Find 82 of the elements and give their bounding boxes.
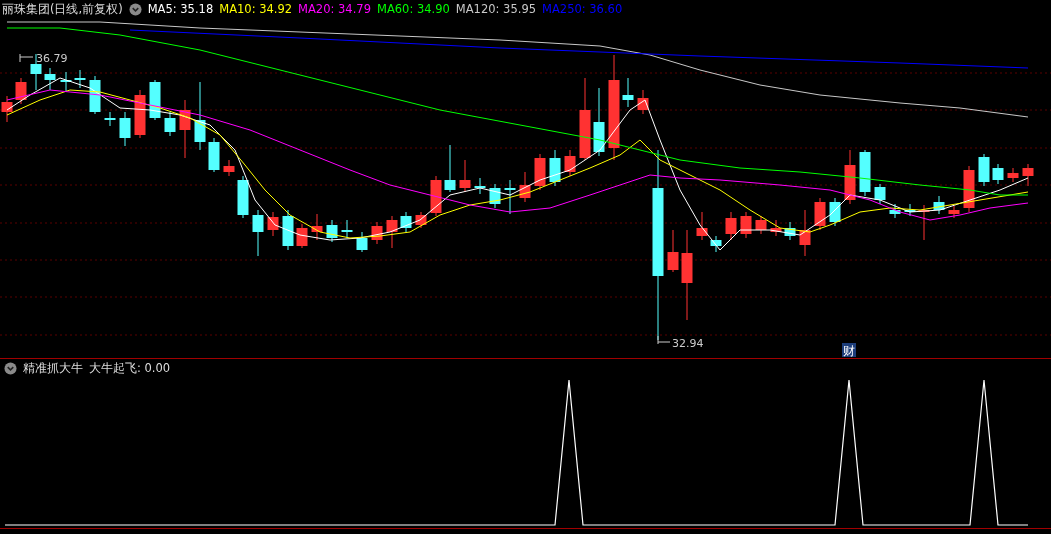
candlestick [208,137,220,173]
candlestick [992,163,1004,185]
candlestick [164,111,176,137]
candlestick [770,219,782,237]
candlestick [1007,167,1019,183]
candlestick [534,153,546,191]
candlestick [844,149,856,205]
candlestick [356,231,368,253]
candlestick [755,215,767,235]
moving-average-value: MA5: 35.18 [147,2,214,16]
candlestick [326,219,338,243]
moving-average-value: MA20: 34.79 [298,2,371,16]
candlestick [1022,163,1034,187]
candlestick [194,81,206,151]
candlestick [89,75,101,115]
moving-average-value: MA60: 34.90 [376,2,450,16]
candlestick [889,203,901,219]
candlestick [740,211,752,239]
candlestick [504,179,516,215]
candlestick [134,89,146,139]
candlestick [564,149,576,177]
candlestick [311,213,323,241]
candlestick [15,77,27,105]
candlestick [489,183,501,209]
candlestick [799,209,811,257]
collapse-icon[interactable] [4,362,17,375]
candlestick [725,211,737,241]
candlestick [341,219,353,239]
candlestick [44,67,56,91]
candlestick [267,211,279,237]
candlestick [963,165,975,213]
candlestick [918,204,930,241]
candlestick [386,215,398,249]
candlestick [444,144,456,193]
candlestick [252,209,264,257]
leader-line [19,53,34,63]
candlestick [104,111,116,127]
candlestick [149,79,161,121]
indicator-value: 大牛起飞: 0.00 [89,361,171,376]
candlestick [696,211,708,241]
candlestick [710,235,722,253]
moving-average-value: MA120: 35.95 [455,2,537,16]
candlestick [430,175,442,217]
candlestick [814,197,826,231]
candlestick [784,221,796,241]
candlestick [119,111,131,147]
candlestick [415,211,427,229]
moving-average-value: MA10: 34.92 [219,2,293,16]
candlestick [549,149,561,187]
candlestick [904,203,916,217]
candlestick [179,99,191,159]
candlestick [593,87,605,157]
low-price-label: 32.94 [672,337,704,350]
moving-average-value: MA250: 36.60 [542,2,623,16]
candlestick [829,197,841,227]
candlestick [933,195,945,215]
stock-title: 丽珠集团(日线,前复权) [2,1,123,17]
candlestick [237,175,249,219]
candlestick [622,77,634,108]
collapse-icon[interactable] [128,2,142,16]
candlestick [282,209,294,251]
candlestick [296,223,308,249]
event-marker[interactable]: 财 [843,344,855,358]
candlestick [60,71,72,93]
candlestick [519,171,531,203]
candlestick [1,95,13,123]
candlestick [637,89,649,115]
candlestick [223,159,235,177]
candlestick [667,229,679,273]
candlestick [459,159,471,193]
candlestick [874,183,886,205]
event-marker-background [842,343,856,357]
candlestick [74,69,86,89]
indicator-title: 精准抓大牛 [23,361,83,376]
leader-line [657,335,671,345]
candlestick [948,205,960,219]
candlestick [859,149,871,197]
candlestick [978,153,990,187]
high-price-label: 36.79 [36,52,68,65]
candlestick [400,211,412,233]
candlestick [474,177,486,195]
candlestick [371,221,383,245]
